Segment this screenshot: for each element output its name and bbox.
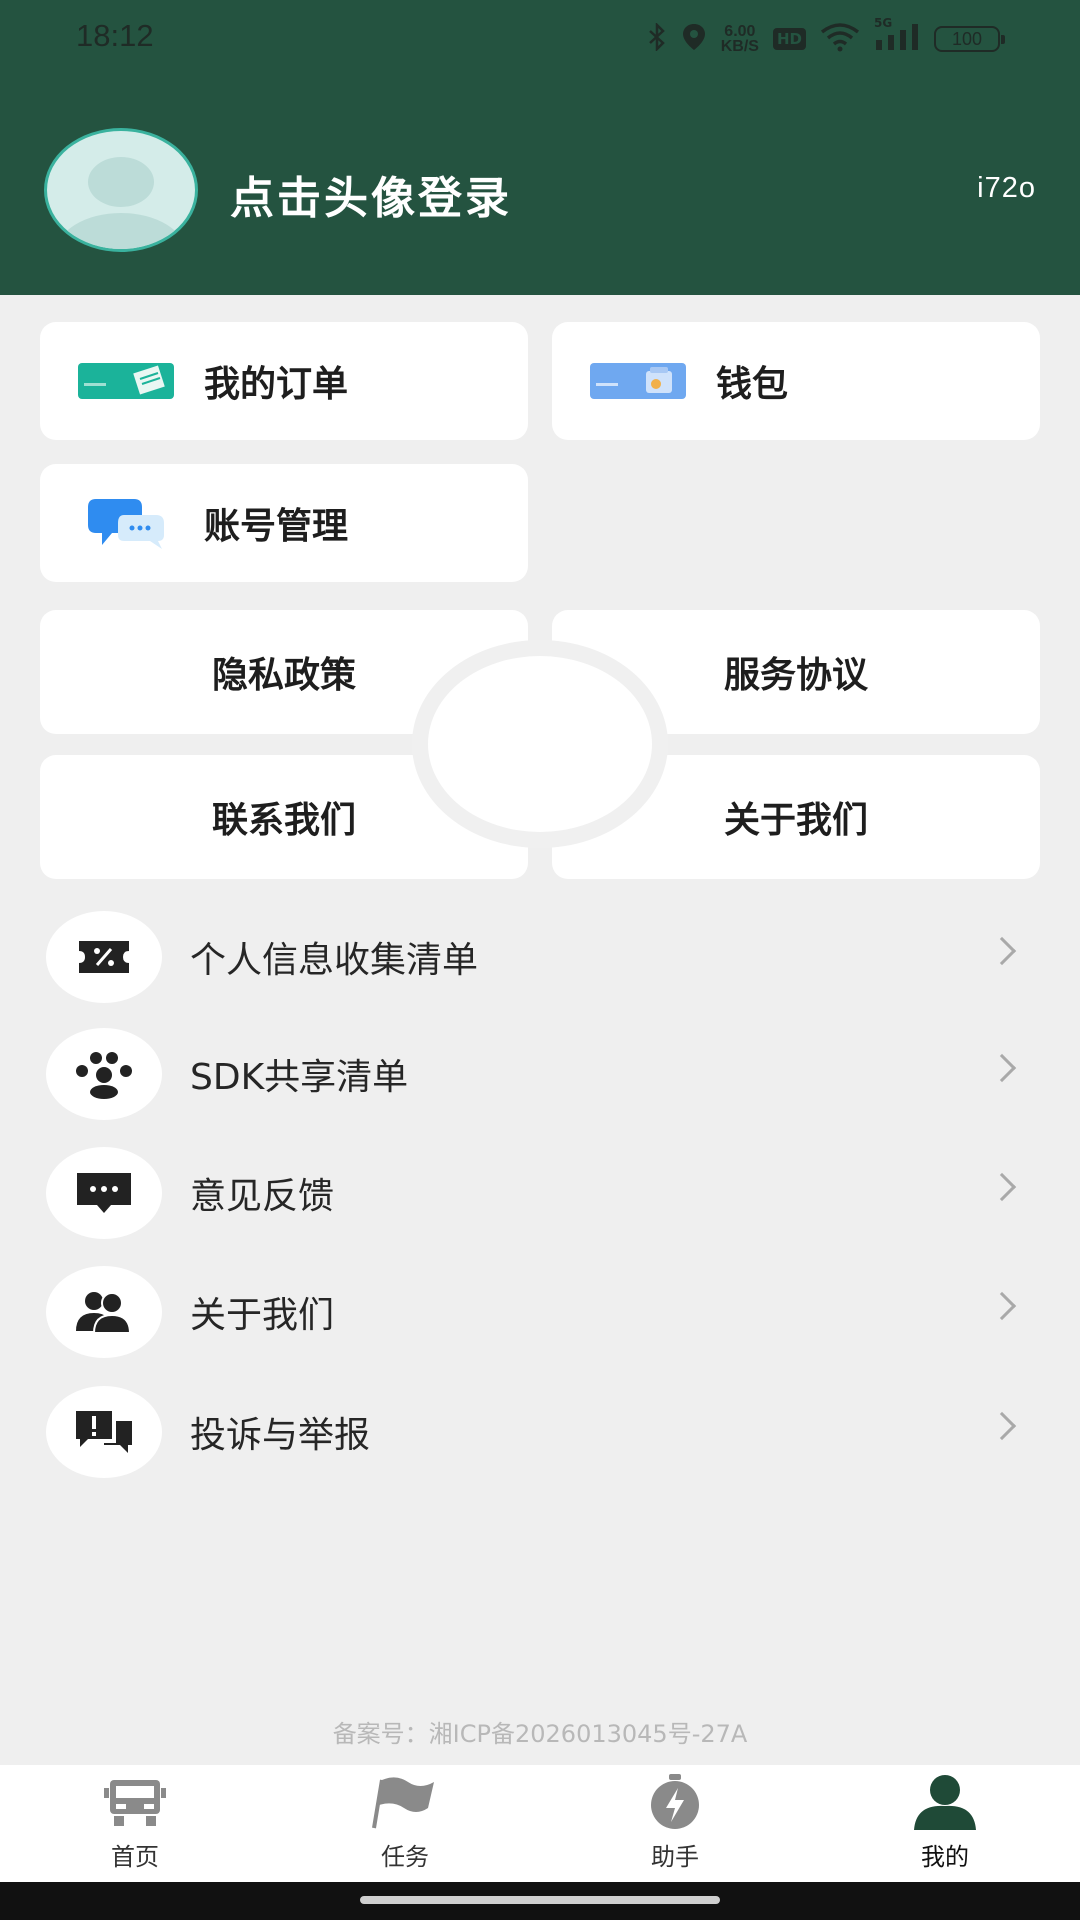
chat-bubbles-icon xyxy=(78,495,174,551)
profile-header: 18:12 6.00 KB/S HD 5G 100 点击头像登录 i72o xyxy=(0,0,1080,295)
contact-us-label: 联系我们 xyxy=(211,800,356,841)
account-management-card[interactable]: 账号管理 xyxy=(40,464,528,582)
person-icon xyxy=(910,1773,980,1831)
account-management-label: 账号管理 xyxy=(204,506,349,547)
chevron-right-icon xyxy=(987,936,1017,966)
about-us-label: 关于我们 xyxy=(723,800,868,841)
list-item-label: 投诉与举报 xyxy=(190,1415,371,1456)
users-icon xyxy=(46,1266,162,1358)
chevron-right-icon xyxy=(987,1172,1017,1202)
system-navigation-bar xyxy=(0,1882,1080,1920)
list-item[interactable]: SDK共享清单 xyxy=(46,1028,1036,1120)
battery-indicator: 100 xyxy=(934,26,1005,52)
status-bar: 18:12 6.00 KB/S HD 5G 100 xyxy=(0,0,1080,78)
chevron-right-icon xyxy=(987,1291,1017,1321)
home-indicator[interactable] xyxy=(360,1896,720,1904)
ticket-percent-icon xyxy=(46,911,162,1003)
hd-badge: HD xyxy=(772,28,806,50)
status-time: 18:12 xyxy=(76,18,154,53)
avatar-head-shape xyxy=(88,157,154,207)
list-item[interactable]: 投诉与举报 xyxy=(46,1386,1036,1478)
net-speed-unit: KB/S xyxy=(720,38,759,55)
flag-icon xyxy=(370,1773,440,1831)
message-dots-icon xyxy=(46,1147,162,1239)
signal-badge: 5G xyxy=(874,16,893,30)
net-speed: 6.00 KB/S xyxy=(720,23,759,55)
report-icon xyxy=(46,1386,162,1478)
tab-home[interactable]: 首页 xyxy=(0,1765,270,1882)
my-orders-label: 我的订单 xyxy=(204,364,349,405)
login-prompt[interactable]: 点击头像登录 xyxy=(230,162,512,226)
list-item[interactable]: 关于我们 xyxy=(46,1266,1036,1358)
list-item-label: 意见反馈 xyxy=(190,1176,335,1217)
wallet-card[interactable]: 钱包 xyxy=(552,322,1040,440)
wallet-label: 钱包 xyxy=(716,364,789,405)
tab-home-label: 首页 xyxy=(111,1843,159,1871)
order-card-icon xyxy=(78,363,174,399)
user-id: i72o xyxy=(977,172,1036,204)
tab-mine[interactable]: 我的 xyxy=(810,1765,1080,1882)
avatar-body-shape xyxy=(56,213,186,249)
truck-icon xyxy=(100,1773,170,1831)
wifi-icon xyxy=(820,22,860,56)
privacy-policy-label: 隐私政策 xyxy=(211,655,356,696)
floating-assist-button[interactable] xyxy=(412,640,668,848)
tab-tasks[interactable]: 任务 xyxy=(270,1765,540,1882)
list-item-label: 个人信息收集清单 xyxy=(190,940,479,981)
icp-record: 备案号：湘ICP备2026013045号-27A xyxy=(332,1720,748,1748)
tab-assistant-label: 助手 xyxy=(651,1843,699,1871)
list-item[interactable]: 个人信息收集清单 xyxy=(46,911,1036,1003)
lightning-icon xyxy=(640,1773,710,1831)
wallet-card-icon xyxy=(590,363,686,399)
net-speed-value: 6.00 xyxy=(724,23,756,40)
chevron-right-icon xyxy=(987,1053,1017,1083)
tab-tasks-label: 任务 xyxy=(381,1843,429,1871)
list-item[interactable]: 意见反馈 xyxy=(46,1147,1036,1239)
location-icon xyxy=(681,22,707,56)
group-icon xyxy=(46,1028,162,1120)
signal-icon: 5G xyxy=(874,16,920,56)
tab-assistant[interactable]: 助手 xyxy=(540,1765,810,1882)
tab-mine-label: 我的 xyxy=(921,1843,969,1871)
service-agreement-label: 服务协议 xyxy=(723,655,868,696)
avatar[interactable] xyxy=(44,128,198,252)
bottom-tabbar: 首页 任务 助手 我的 xyxy=(0,1765,1080,1882)
list-item-label: 关于我们 xyxy=(190,1295,335,1336)
bluetooth-icon xyxy=(647,21,667,55)
my-orders-card[interactable]: 我的订单 xyxy=(40,322,528,440)
list-item-label: SDK共享清单 xyxy=(190,1057,409,1098)
chevron-right-icon xyxy=(987,1411,1017,1441)
status-icons: 6.00 KB/S HD 5G 100 xyxy=(647,16,1005,58)
